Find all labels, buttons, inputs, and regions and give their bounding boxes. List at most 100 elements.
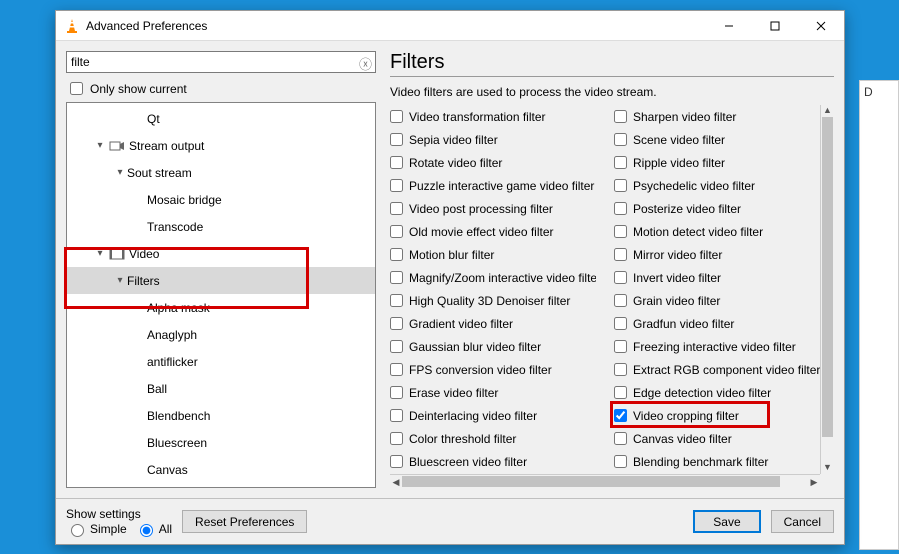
checkbox-input[interactable]: [390, 409, 403, 422]
checkbox-input[interactable]: [614, 271, 627, 284]
filter-checkbox[interactable]: Color threshold filter: [390, 427, 596, 450]
filter-checkbox[interactable]: Gradfun video filter: [614, 312, 820, 335]
checkbox-input[interactable]: [614, 317, 627, 330]
checkbox-input[interactable]: [390, 225, 403, 238]
filter-checkbox[interactable]: Video post processing filter: [390, 197, 596, 220]
checkbox-input[interactable]: [614, 110, 627, 123]
checkbox-input[interactable]: [390, 110, 403, 123]
filter-checkbox[interactable]: Motion blur filter: [390, 243, 596, 266]
filter-checkbox[interactable]: Rotate video filter: [390, 151, 596, 174]
tree-item-anaglyph[interactable]: Anaglyph: [67, 321, 375, 348]
filter-checkbox[interactable]: Gaussian blur video filter: [390, 335, 596, 358]
tree-item-canvas[interactable]: Canvas: [67, 456, 375, 483]
maximize-button[interactable]: [752, 11, 798, 41]
checkbox-input[interactable]: [614, 156, 627, 169]
scroll-left-icon[interactable]: ◀: [390, 475, 402, 488]
checkbox-input[interactable]: [390, 386, 403, 399]
checkbox-input[interactable]: [390, 432, 403, 445]
filter-checkbox[interactable]: Grain video filter: [614, 289, 820, 312]
minimize-button[interactable]: [706, 11, 752, 41]
clear-search-icon[interactable]: ⓧ: [359, 54, 372, 73]
scroll-up-icon[interactable]: ▲: [821, 105, 834, 117]
filter-checkbox[interactable]: Bluescreen video filter: [390, 450, 596, 473]
checkbox-input[interactable]: [390, 133, 403, 146]
filter-checkbox[interactable]: Edge detection video filter: [614, 381, 820, 404]
filter-checkbox[interactable]: Old movie effect video filter: [390, 220, 596, 243]
checkbox-input[interactable]: [614, 133, 627, 146]
checkbox-input[interactable]: [614, 340, 627, 353]
checkbox-input[interactable]: [614, 225, 627, 238]
filter-checkbox[interactable]: Psychedelic video filter: [614, 174, 820, 197]
filter-checkbox[interactable]: Sharpen video filter: [614, 105, 820, 128]
scrollbar-thumb[interactable]: [822, 117, 833, 437]
filter-checkbox[interactable]: Magnify/Zoom interactive video filter: [390, 266, 596, 289]
filter-checkbox[interactable]: Video transformation filter: [390, 105, 596, 128]
checkbox-input[interactable]: [614, 363, 627, 376]
radio-all[interactable]: All: [135, 521, 172, 537]
checkbox-input[interactable]: [614, 455, 627, 468]
filter-checkbox[interactable]: High Quality 3D Denoiser filter: [390, 289, 596, 312]
checkbox-input[interactable]: [390, 202, 403, 215]
tree-item-antiflicker[interactable]: antiflicker: [67, 348, 375, 375]
checkbox-input[interactable]: [390, 271, 403, 284]
filter-label: Video transformation filter: [409, 110, 546, 124]
filter-checkbox[interactable]: Gradient video filter: [390, 312, 596, 335]
save-button[interactable]: Save: [693, 510, 760, 533]
checkbox-input[interactable]: [614, 179, 627, 192]
filter-checkbox[interactable]: Invert video filter: [614, 266, 820, 289]
tree-item-ball[interactable]: Ball: [67, 375, 375, 402]
filter-checkbox[interactable]: Blending benchmark filter: [614, 450, 820, 473]
checkbox-input[interactable]: [614, 409, 627, 422]
checkbox-input[interactable]: [390, 455, 403, 468]
checkbox-input[interactable]: [614, 202, 627, 215]
checkbox-input[interactable]: [390, 179, 403, 192]
settings-tree[interactable]: Qt▾Stream output▾Sout streamMosaic bridg…: [66, 102, 376, 488]
checkbox-input[interactable]: [614, 432, 627, 445]
scroll-down-icon[interactable]: ▼: [821, 462, 834, 474]
checkbox-input[interactable]: [614, 248, 627, 261]
cancel-button[interactable]: Cancel: [771, 510, 834, 533]
checkbox-input[interactable]: [390, 317, 403, 330]
checkbox-input[interactable]: [390, 248, 403, 261]
filter-checkbox[interactable]: Freezing interactive video filter: [614, 335, 820, 358]
filter-checkbox[interactable]: Scene video filter: [614, 128, 820, 151]
tree-item-qt[interactable]: Qt: [67, 105, 375, 132]
filter-checkbox[interactable]: Mirror video filter: [614, 243, 820, 266]
tree-item-mosaic-bridge[interactable]: Mosaic bridge: [67, 186, 375, 213]
filter-checkbox[interactable]: Sepia video filter: [390, 128, 596, 151]
filter-checkbox[interactable]: Extract RGB component video filter: [614, 358, 820, 381]
tree-item-filters[interactable]: ▾Filters: [67, 267, 375, 294]
filter-checkbox[interactable]: Puzzle interactive game video filter: [390, 174, 596, 197]
scroll-right-icon[interactable]: ▶: [808, 475, 820, 488]
filter-checkbox[interactable]: FPS conversion video filter: [390, 358, 596, 381]
checkbox-input[interactable]: [614, 386, 627, 399]
tree-item-blendbench[interactable]: Blendbench: [67, 402, 375, 429]
filter-checkbox[interactable]: Ripple video filter: [614, 151, 820, 174]
tree-item-sout-stream[interactable]: ▾Sout stream: [67, 159, 375, 186]
filter-checkbox[interactable]: Erase video filter: [390, 381, 596, 404]
checkbox-input[interactable]: [390, 340, 403, 353]
radio-simple[interactable]: Simple: [66, 521, 127, 537]
checkbox-input[interactable]: [390, 363, 403, 376]
checkbox-input[interactable]: [390, 156, 403, 169]
filter-checkbox[interactable]: Motion detect video filter: [614, 220, 820, 243]
only-show-current-checkbox[interactable]: [70, 82, 83, 95]
scrollbar-thumb[interactable]: [402, 476, 780, 487]
checkbox-input[interactable]: [390, 294, 403, 307]
filter-checkbox[interactable]: Deinterlacing video filter: [390, 404, 596, 427]
filter-checkbox[interactable]: Posterize video filter: [614, 197, 820, 220]
tree-item-video[interactable]: ▾Video: [67, 240, 375, 267]
filter-label: Edge detection video filter: [633, 386, 771, 400]
tree-item-bluescreen[interactable]: Bluescreen: [67, 429, 375, 456]
horizontal-scrollbar[interactable]: ◀ ▶: [390, 474, 820, 488]
close-button[interactable]: [798, 11, 844, 41]
search-input[interactable]: [66, 51, 376, 73]
filter-checkbox[interactable]: Canvas video filter: [614, 427, 820, 450]
tree-item-alpha-mask[interactable]: Alpha mask: [67, 294, 375, 321]
reset-preferences-button[interactable]: Reset Preferences: [182, 510, 307, 533]
checkbox-input[interactable]: [614, 294, 627, 307]
tree-item-stream-output[interactable]: ▾Stream output: [67, 132, 375, 159]
vertical-scrollbar[interactable]: ▲ ▼: [820, 105, 834, 474]
tree-item-transcode[interactable]: Transcode: [67, 213, 375, 240]
filter-checkbox[interactable]: Video cropping filter: [614, 404, 820, 427]
